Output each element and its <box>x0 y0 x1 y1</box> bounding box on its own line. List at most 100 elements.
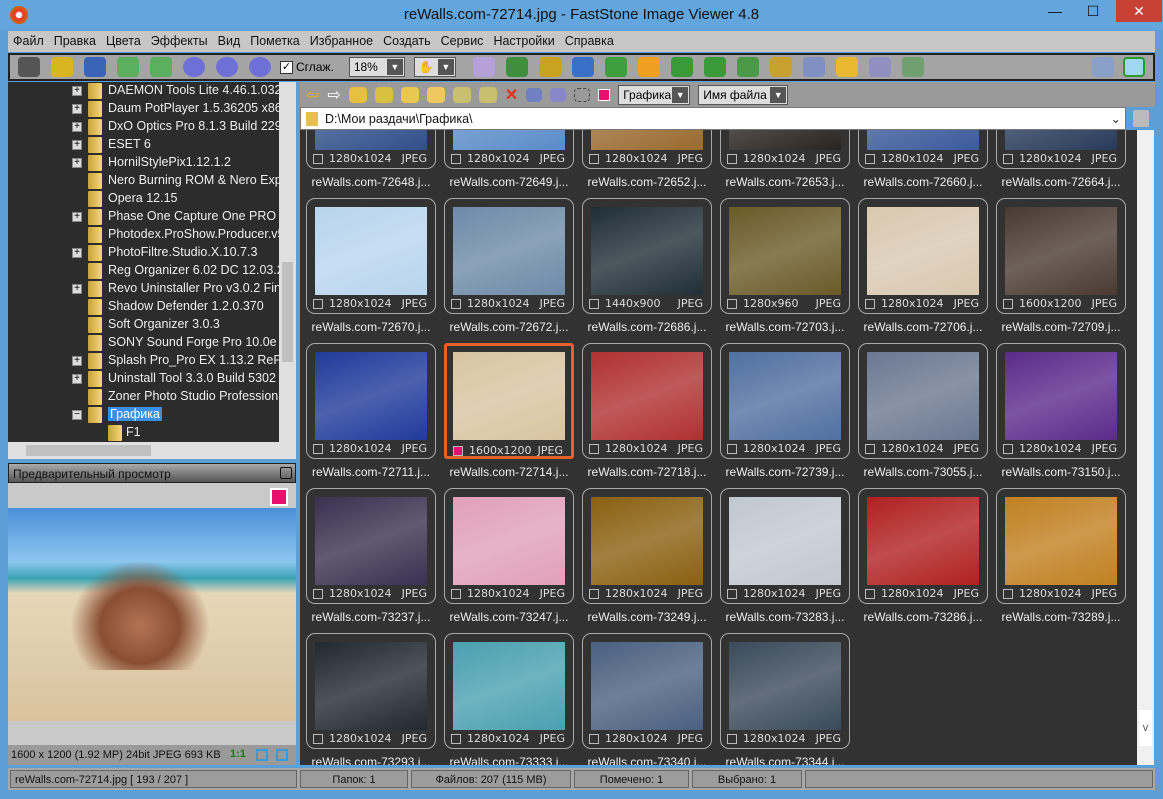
thumbnail-filename[interactable]: reWalls.com-72709.j... <box>996 320 1126 334</box>
chevron-down-icon[interactable]: ⌄ <box>1111 111 1121 126</box>
close-button[interactable]: ✕ <box>1116 0 1162 22</box>
path-input[interactable]: D:\Мои раздачи\Графика\ ⌄ <box>300 107 1126 130</box>
tree-item[interactable]: Reg Organizer 6.02 DC 12.03.2013 <box>8 262 280 280</box>
menu-item[interactable]: Эффекты <box>146 31 213 51</box>
tree-item[interactable]: Nero Burning ROM & Nero Express <box>8 172 280 190</box>
tag-checkbox[interactable] <box>451 299 461 309</box>
thumbnail-card[interactable]: 1280x1024 JPEG <box>996 488 1126 604</box>
toolbar-button-icon[interactable] <box>835 57 858 77</box>
tree-item[interactable]: − Графика <box>8 406 280 424</box>
thumbnail-card[interactable]: 1280x1024 JPEG <box>858 488 988 604</box>
toolbar-button-icon[interactable] <box>472 57 495 77</box>
refresh-icon[interactable] <box>374 86 393 103</box>
thumbnail-filename[interactable]: reWalls.com-72672.j... <box>444 320 574 334</box>
expand-icon[interactable]: + <box>72 284 82 294</box>
fullscreen-icon[interactable] <box>276 749 288 761</box>
delete-icon[interactable]: ✕ <box>505 85 518 105</box>
menu-item[interactable]: Создать <box>378 31 436 51</box>
toolbar-button-icon[interactable] <box>670 57 693 77</box>
smooth-checkbox[interactable]: ✓ <box>280 60 293 74</box>
tag-checkbox[interactable] <box>1003 589 1013 599</box>
recycle-bin-icon[interactable] <box>1133 110 1149 127</box>
thumbnail-filename[interactable]: reWalls.com-72648.j... <box>306 175 436 189</box>
tag-checkbox[interactable] <box>313 589 323 599</box>
toolbar-button-icon[interactable] <box>604 57 627 77</box>
tree-item[interactable]: Shadow Defender 1.2.0.370 <box>8 298 280 316</box>
toolbar-button-icon[interactable] <box>736 57 759 77</box>
toolbar-button-icon[interactable] <box>183 57 205 77</box>
expand-icon[interactable]: + <box>72 212 82 222</box>
tag-checkbox[interactable] <box>313 299 323 309</box>
thumbnail-card[interactable]: 1280x1024 JPEG <box>858 198 988 314</box>
toolbar-button-icon[interactable] <box>703 57 726 77</box>
tag-checkbox[interactable] <box>313 154 323 164</box>
tree-item[interactable]: Photodex.ProShow.Producer.v5.0 <box>8 226 280 244</box>
forward-icon[interactable]: ⇨ <box>327 85 340 105</box>
thumbnail-filename[interactable]: reWalls.com-73150.j... <box>996 465 1126 479</box>
maximize-button[interactable]: ☐ <box>1078 0 1108 22</box>
tag-checkbox[interactable] <box>589 444 599 454</box>
thumbnail-card[interactable]: 1280x1024 JPEG <box>720 130 850 169</box>
new-folder-icon[interactable] <box>426 86 445 103</box>
expand-icon[interactable]: + <box>72 356 82 366</box>
expand-icon[interactable]: + <box>72 374 82 384</box>
tag-checkbox[interactable] <box>589 734 599 744</box>
thumbnail-card[interactable]: 1280x1024 JPEG <box>720 488 850 604</box>
tag-checkbox[interactable] <box>589 589 599 599</box>
thumbnail-filename[interactable]: reWalls.com-73333.j... <box>444 755 574 765</box>
thumbnail-filename[interactable]: reWalls.com-73247.j... <box>444 610 574 624</box>
toolbar-button-icon[interactable] <box>538 57 561 77</box>
toolbar-button-icon[interactable] <box>505 57 528 77</box>
tag-checkbox[interactable] <box>727 444 737 454</box>
fullscreen-icon[interactable] <box>1123 57 1145 77</box>
tag-checkbox[interactable] <box>865 154 875 164</box>
thumbnail-card[interactable]: 1280x1024 JPEG <box>306 343 436 459</box>
thumbnail-filename[interactable]: reWalls.com-72718.j... <box>582 465 712 479</box>
thumbnail-card[interactable]: 1280x1024 JPEG <box>582 488 712 604</box>
thumbnail-card[interactable]: 1280x1024 JPEG <box>582 343 712 459</box>
thumbnail-card[interactable]: 1280x1024 JPEG <box>720 343 850 459</box>
tree-item[interactable]: SONY Sound Forge Pro 10.0e Build <box>8 334 280 352</box>
tag-checkbox[interactable] <box>727 299 737 309</box>
tree-item[interactable]: + Splash Pro_Pro EX 1.13.2 RePack <box>8 352 280 370</box>
thumbnail-filename[interactable]: reWalls.com-72649.j... <box>444 175 574 189</box>
thumbnail-card[interactable]: 1280x1024 JPEG <box>720 633 850 749</box>
hand-tool-select[interactable]: ✋ ▼ <box>413 57 456 77</box>
thumbnail-card[interactable]: 1600x1200 JPEG <box>444 343 574 459</box>
thumbnail-card[interactable]: 1280x960 JPEG <box>720 198 850 314</box>
favorites-icon[interactable] <box>400 86 419 103</box>
thumbnail-filename[interactable]: reWalls.com-73340.j... <box>582 755 712 765</box>
thumbnail-card[interactable]: 1280x1024 JPEG <box>306 633 436 749</box>
tag-icon[interactable] <box>270 488 288 506</box>
tag-checkbox[interactable] <box>313 734 323 744</box>
tag-checkbox[interactable] <box>451 154 461 164</box>
menu-item[interactable]: Пометка <box>245 31 305 51</box>
toolbar-button-icon[interactable] <box>84 57 106 77</box>
thumbnail-card[interactable]: 1440x900 JPEG <box>582 198 712 314</box>
thumbnail-card[interactable]: 1280x1024 JPEG <box>996 343 1126 459</box>
thumbnail-filename[interactable]: reWalls.com-72711.j... <box>306 465 436 479</box>
menu-item[interactable]: Цвета <box>101 31 146 51</box>
sort-select[interactable]: Имя файла ▼ <box>698 84 789 105</box>
thumbnail-filename[interactable]: reWalls.com-73283.j... <box>720 610 850 624</box>
toolbar-button-icon[interactable] <box>216 57 238 77</box>
tree-item[interactable]: + Revo Uninstaller Pro v3.0.2 Final <box>8 280 280 298</box>
tag-checkbox[interactable] <box>727 734 737 744</box>
tag-checkbox[interactable] <box>453 446 463 456</box>
tag-checkbox[interactable] <box>451 589 461 599</box>
thumbnail-card[interactable]: 1280x1024 JPEG <box>306 198 436 314</box>
toolbar-button-icon[interactable] <box>150 57 172 77</box>
menu-item[interactable]: Сервис <box>436 31 489 51</box>
tree-horizontal-scrollbar[interactable] <box>8 442 296 459</box>
minimize-button[interactable]: — <box>1040 0 1070 22</box>
thumbnail-filename[interactable]: reWalls.com-72670.j... <box>306 320 436 334</box>
tag-checkbox[interactable] <box>1003 154 1013 164</box>
menu-item[interactable]: Файл <box>8 31 49 51</box>
thumbnail-filename[interactable]: reWalls.com-72686.j... <box>582 320 712 334</box>
thumbnail-filename[interactable]: reWalls.com-72660.j... <box>858 175 988 189</box>
thumbnail-card[interactable]: 1280x1024 JPEG <box>444 130 574 169</box>
back-icon[interactable]: ⇦ <box>306 85 319 105</box>
thumbnail-card[interactable]: 1280x1024 JPEG <box>444 198 574 314</box>
thumbnail-card[interactable]: 1280x1024 JPEG <box>858 130 988 169</box>
thumbnail-card[interactable]: 1600x1200 JPEG <box>996 198 1126 314</box>
